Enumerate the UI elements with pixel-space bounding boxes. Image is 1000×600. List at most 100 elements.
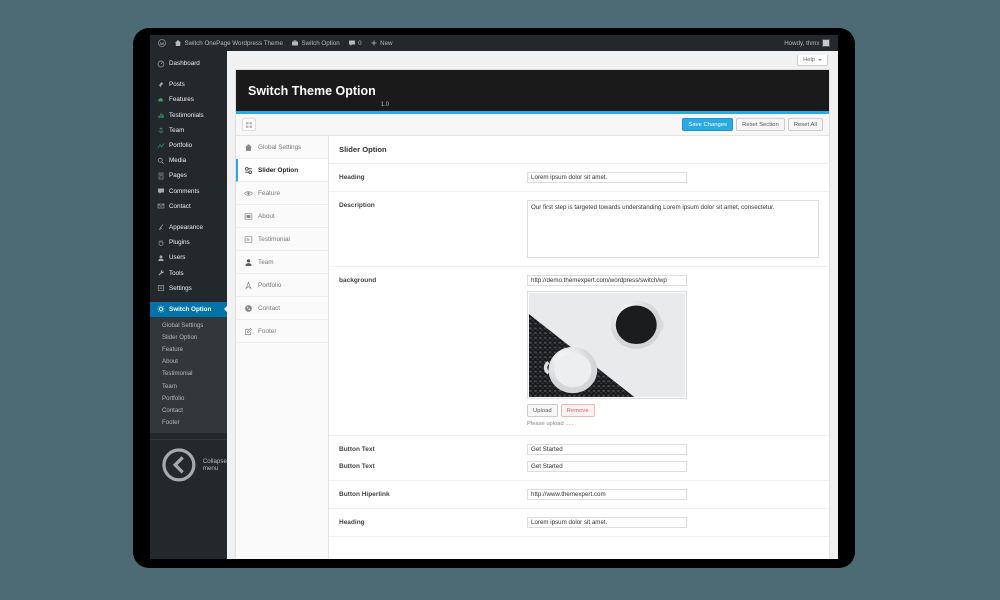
field-control: Upload Remove Please upload .....	[527, 275, 819, 427]
field-heading-2: Heading	[329, 509, 829, 537]
tab-portfolio[interactable]: Portfolio	[236, 274, 328, 297]
button-text-input-2[interactable]	[527, 461, 687, 472]
tab-label: Global Settings	[258, 143, 302, 151]
admin-body: Dashboard Posts Features Testimonials Te…	[150, 51, 838, 559]
panel-body: Global Settings Slider Option Feature Ab…	[236, 136, 829, 559]
tab-label: Slider Option	[258, 166, 299, 174]
sidebar-item-switch-option[interactable]: Switch Option	[150, 301, 228, 317]
background-url-input[interactable]	[527, 275, 687, 286]
sidebar-item-label: Tools	[169, 269, 184, 277]
field-label: Button Text	[339, 446, 375, 453]
sidebar-item-tools[interactable]: Tools	[150, 265, 227, 280]
heading-input[interactable]	[527, 172, 687, 183]
tab-global-settings[interactable]: Global Settings	[236, 136, 328, 159]
chevron-down-icon	[818, 58, 822, 61]
tab-footer[interactable]: Footer	[236, 320, 328, 343]
form-area: Slider Option Heading Description Our fi…	[329, 136, 829, 559]
field-label: Button Hiperlink	[339, 491, 390, 498]
anchor-icon	[158, 127, 164, 134]
background-thumbnail	[527, 291, 687, 399]
sidebar-item-comments[interactable]: Comments	[150, 184, 227, 199]
camera-icon	[157, 157, 164, 164]
description-textarea[interactable]: Our first step is targeted towards under…	[527, 200, 819, 258]
collapse-icon	[162, 448, 196, 482]
sidebar-item-pages[interactable]: Pages	[150, 168, 227, 183]
help-button[interactable]: Help	[797, 54, 828, 66]
sidebar-item-settings[interactable]: Settings	[150, 281, 227, 296]
tab-team[interactable]: Team	[236, 251, 328, 274]
sidebar-item-dashboard[interactable]: Dashboard	[150, 56, 227, 71]
comments-button[interactable]: 0	[344, 35, 366, 51]
sidebar-item-media[interactable]: Media	[150, 153, 227, 168]
wordpress-logo-button[interactable]	[154, 35, 170, 51]
sidebar-item-users[interactable]: Users	[150, 250, 227, 265]
plugin-menu-button[interactable]: Switch Option	[287, 35, 344, 51]
sidebar-item-plugins[interactable]: Plugins	[150, 235, 227, 250]
button-text-input-1[interactable]	[527, 444, 687, 455]
tab-about[interactable]: About	[236, 205, 328, 228]
theme-option-panel: Switch Theme Option 1.0 Save Changes Res…	[235, 69, 830, 559]
upload-button[interactable]: Upload	[527, 404, 558, 417]
collapse-menu-button[interactable]: Collapse menu	[150, 438, 227, 490]
sidebar-item-features[interactable]: Features	[150, 92, 227, 107]
submenu-item-testimonial[interactable]: Testimonial	[150, 368, 227, 380]
tab-label: Testimonial	[258, 235, 290, 243]
help-label: Help	[803, 56, 815, 63]
sidebar-item-team[interactable]: Team	[150, 123, 227, 138]
submenu-item-footer[interactable]: Footer	[150, 417, 227, 429]
help-row: Help	[227, 51, 838, 69]
sidebar-item-testimonials[interactable]: Testimonials	[150, 108, 227, 123]
plus-icon	[371, 40, 377, 46]
sidebar-item-contact[interactable]: Contact	[150, 199, 227, 214]
heading-input-2[interactable]	[527, 517, 687, 528]
field-control	[527, 461, 819, 472]
menu-toggle-button[interactable]	[242, 118, 256, 131]
sidebar-item-label: Switch Option	[169, 305, 212, 313]
reset-section-button[interactable]: Reset Section	[736, 118, 785, 131]
new-content-button[interactable]: New	[366, 35, 397, 51]
upload-buttons: Upload Remove	[527, 404, 819, 417]
sidebar-item-label: Team	[169, 126, 185, 134]
user-icon	[158, 255, 164, 261]
envelope-icon	[157, 203, 165, 209]
submenu-item-global-settings[interactable]: Global Settings	[150, 319, 227, 331]
field-label: Heading	[339, 174, 365, 181]
submenu-item-slider-option[interactable]: Slider Option	[150, 331, 227, 343]
button-hyperlink-input[interactable]	[527, 489, 687, 500]
grid-toggle-icon	[246, 121, 252, 128]
field-control	[527, 517, 819, 528]
account-menu-button[interactable]: Howdy, thmx	[780, 35, 834, 51]
compass-icon	[245, 280, 252, 289]
remove-button[interactable]: Remove	[560, 404, 595, 417]
tab-slider-option[interactable]: Slider Option	[236, 159, 328, 182]
submenu-item-about[interactable]: About	[150, 356, 227, 368]
panel-header: Switch Theme Option 1.0	[236, 70, 829, 114]
admin-content: Help Switch Theme Option 1.0 Save Change…	[227, 51, 838, 559]
tab-testimonial[interactable]: Testimonial	[236, 228, 328, 251]
sidebar-item-portfolio[interactable]: Portfolio	[150, 138, 227, 153]
user-icon	[245, 258, 252, 266]
avatar	[822, 39, 830, 47]
tab-contact[interactable]: Contact	[236, 297, 328, 320]
submenu-item-contact[interactable]: Contact	[150, 404, 227, 416]
reset-all-button[interactable]: Reset All	[787, 118, 823, 131]
wordpress-logo-icon	[158, 39, 166, 47]
submenu-item-portfolio[interactable]: Portfolio	[150, 392, 227, 404]
field-control	[527, 489, 819, 500]
tab-feature[interactable]: Feature	[236, 182, 328, 205]
pin-icon	[158, 81, 164, 88]
site-name-button[interactable]: Switch OnePage Wordpress Theme	[170, 35, 287, 51]
collapse-menu-label: Collapse menu	[202, 457, 227, 472]
sidebar-item-appearance[interactable]: Appearance	[150, 220, 227, 235]
field-control: Our first step is targeted towards under…	[527, 200, 819, 258]
sidebar-item-posts[interactable]: Posts	[150, 77, 227, 92]
save-changes-button[interactable]: Save Changes	[682, 118, 734, 131]
option-tabs: Global Settings Slider Option Feature Ab…	[236, 136, 329, 559]
page-icon	[158, 172, 164, 180]
card-icon	[244, 212, 253, 220]
field-control	[527, 172, 819, 183]
new-label: New	[380, 39, 393, 47]
tab-label: About	[258, 212, 275, 220]
submenu-item-feature[interactable]: Feature	[150, 343, 227, 355]
submenu-item-team[interactable]: Team	[150, 380, 227, 392]
